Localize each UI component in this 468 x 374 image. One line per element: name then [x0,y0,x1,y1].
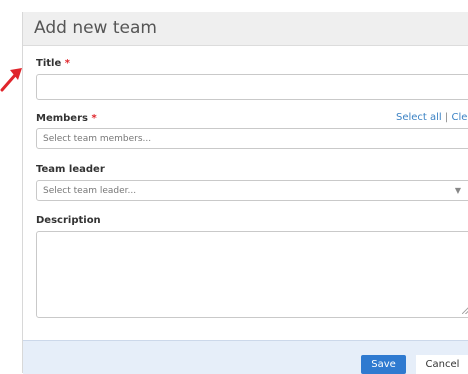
dialog-footer: Save Cancel [23,340,468,374]
members-links: Select all | Clear [396,112,468,123]
title-input[interactable] [36,74,468,100]
title-label: Title * [36,58,70,69]
description-label: Description [36,215,101,226]
members-label: Members * [36,113,97,124]
team-leader-placeholder: Select team leader... [43,186,137,196]
chevron-down-icon[interactable]: ▼ [455,186,461,195]
resize-handle-icon[interactable] [462,307,468,314]
clear-link[interactable]: Clear [451,112,468,123]
cancel-button[interactable]: Cancel [416,355,468,374]
save-button[interactable]: Save [361,355,406,374]
description-textarea[interactable] [36,231,468,318]
team-leader-select[interactable]: Select team leader... ▼ [36,180,468,201]
members-select[interactable]: Select team members... [36,128,468,149]
members-placeholder: Select team members... [43,134,152,144]
add-team-dialog: Add new team Title * Members * Select al… [22,12,468,374]
link-separator: | [444,112,449,123]
required-mark: * [64,58,70,69]
team-leader-label: Team leader [36,164,105,175]
dialog-header: Add new team [23,12,468,46]
dialog-title: Add new team [34,18,157,38]
select-all-link[interactable]: Select all [396,112,442,123]
required-mark: * [91,113,97,124]
red-arrow-icon [0,68,22,92]
